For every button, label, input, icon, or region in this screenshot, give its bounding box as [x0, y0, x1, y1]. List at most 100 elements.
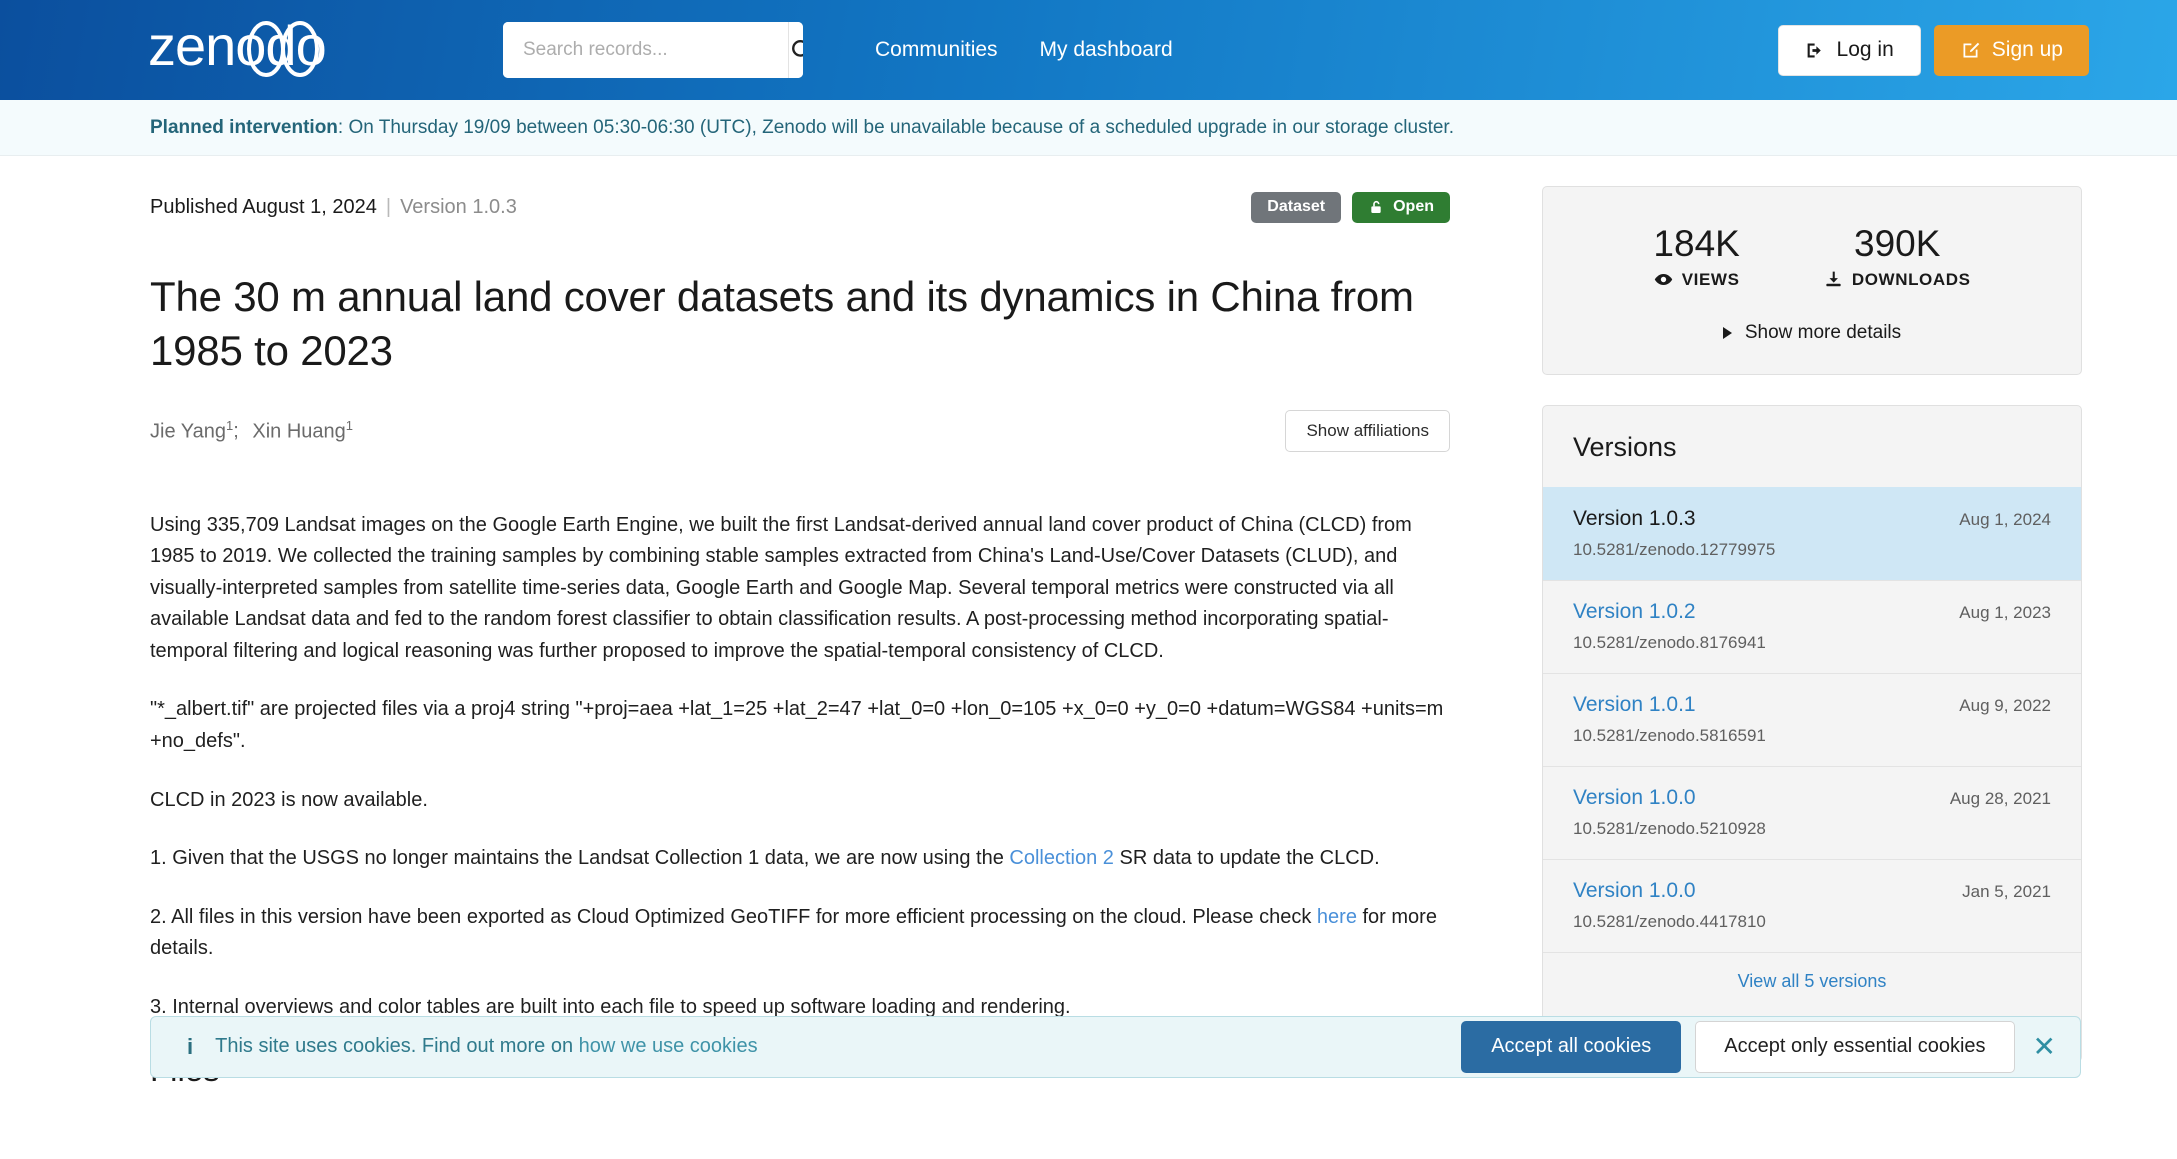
description-paragraph: Using 335,709 Landsat images on the Goog… — [150, 513, 1412, 662]
nav-item-communities[interactable]: Communities — [875, 38, 998, 62]
svg-text:zenodo: zenodo — [148, 19, 326, 77]
search-box[interactable] — [503, 22, 803, 78]
record-main-column: Published August 1, 2024 | Version 1.0.3… — [150, 156, 1450, 1092]
sign-up-button[interactable]: Sign up — [1933, 24, 2089, 76]
version-doi: 10.5281/zenodo.5816591 — [1573, 725, 1766, 745]
views-label: VIEWS — [1681, 269, 1740, 289]
log-in-label: Log in — [1836, 38, 1894, 61]
log-in-button[interactable]: Log in — [1777, 24, 1921, 76]
downloads-value: 390K — [1854, 223, 1941, 264]
version-date: Jan 5, 2021 — [1962, 881, 2051, 901]
eye-icon — [1654, 274, 1672, 286]
version-date: Aug 1, 2023 — [1959, 602, 2051, 622]
description-text: SR data to update the CLCD. — [1113, 847, 1380, 870]
search-icon — [792, 40, 803, 57]
version-list-item[interactable]: Version 1.0.0 Aug 28, 2021 10.5281/zenod… — [1543, 765, 2081, 859]
search-button[interactable] — [788, 22, 803, 78]
how-we-use-cookies-link[interactable]: how we use cookies — [579, 1035, 758, 1057]
page-body: Published August 1, 2024 | Version 1.0.3… — [0, 156, 2177, 1092]
accept-all-cookies-button[interactable]: Accept all cookies — [1461, 1020, 1682, 1073]
published-date: Published August 1, 2024 — [150, 195, 377, 218]
info-icon: i — [187, 1033, 194, 1059]
version-doi: 10.5281/zenodo.5210928 — [1573, 818, 1766, 838]
pencil-square-icon — [1963, 42, 1980, 57]
views-value: 184K — [1653, 223, 1740, 264]
description-paragraph: "*_albert.tif" are projected files via a… — [150, 698, 1444, 753]
version-name[interactable]: Version 1.0.0 — [1573, 786, 1950, 810]
resource-type-badge: Dataset — [1251, 191, 1342, 223]
zenodo-logo-icon: zenodo — [148, 19, 327, 77]
record-badges: Dataset Open — [1251, 191, 1450, 223]
unlock-icon — [1371, 200, 1381, 213]
views-stat: 184K VIEWS — [1653, 223, 1740, 290]
nav-item-my-dashboard[interactable]: My dashboard — [1040, 38, 1173, 62]
version-date: Aug 1, 2024 — [1959, 509, 2051, 529]
cookie-message-wrap: This site uses cookies. Find out more on… — [215, 1035, 757, 1058]
main-nav: Communities My dashboard — [875, 38, 1173, 62]
download-icon — [1826, 271, 1841, 287]
author-separator: ; — [233, 420, 239, 443]
view-all-versions-link[interactable]: View all 5 versions — [1543, 951, 2081, 1012]
collection-2-link[interactable]: Collection 2 — [1009, 847, 1114, 869]
version-list-item[interactable]: Version 1.0.3 Aug 1, 2024 10.5281/zenodo… — [1543, 486, 2081, 580]
access-status-label: Open — [1393, 198, 1434, 215]
page-title: The 30 m annual land cover datasets and … — [150, 273, 1414, 374]
meta-separator: | — [385, 195, 392, 218]
author-affiliation-marker: 1 — [345, 417, 353, 433]
show-more-details-button[interactable]: Show more details — [1543, 322, 2081, 344]
cookie-consent-banner: i This site uses cookies. Find out more … — [150, 1015, 2081, 1078]
version-name[interactable]: Version 1.0.2 — [1573, 600, 1959, 624]
authors-row: Jie Yang1; Xin Huang1 Show affiliations — [150, 408, 1450, 454]
record-description: Using 335,709 Landsat images on the Goog… — [150, 510, 1450, 1024]
cookie-actions: Accept all cookies Accept only essential… — [1461, 1020, 2056, 1073]
downloads-label: DOWNLOADS — [1851, 269, 1971, 289]
version-date: Aug 28, 2021 — [1949, 788, 2051, 808]
author-name[interactable]: Jie Yang — [150, 420, 226, 442]
version-name[interactable]: Version 1.0.1 — [1573, 693, 1959, 717]
version-list-item[interactable]: Version 1.0.2 Aug 1, 2023 10.5281/zenodo… — [1543, 579, 2081, 673]
auth-area: Log in Sign up — [1777, 24, 2089, 76]
views-label-row: VIEWS — [1653, 270, 1739, 290]
zenodo-logo[interactable]: zenodo — [148, 19, 398, 81]
description-paragraph: 2. All files in this version have been e… — [150, 902, 1450, 965]
version-name[interactable]: Version 1.0.3 — [1573, 507, 1959, 531]
access-status-badge: Open — [1352, 191, 1450, 223]
search-input[interactable] — [503, 22, 788, 78]
cookie-message-row: i This site uses cookies. Find out more … — [187, 1034, 758, 1060]
show-more-details-label: Show more details — [1744, 321, 1902, 343]
statistics-panel: 184K VIEWS 390K DOWNLOADS Show more deta… — [1542, 186, 2082, 375]
show-affiliations-button[interactable]: Show affiliations — [1285, 409, 1450, 452]
version-doi: 10.5281/zenodo.12779975 — [1573, 539, 1776, 559]
accept-essential-cookies-button[interactable]: Accept only essential cookies — [1695, 1020, 2015, 1073]
close-icon[interactable]: ✕ — [2033, 1032, 2056, 1061]
record-meta-row: Published August 1, 2024 | Version 1.0.3… — [150, 186, 1450, 228]
versions-panel-title: Versions — [1573, 431, 1677, 462]
downloads-stat: 390K DOWNLOADS — [1824, 223, 1971, 290]
version-list-item[interactable]: Version 1.0.0 Jan 5, 2021 10.5281/zenodo… — [1543, 858, 2081, 952]
versions-panel: Versions Version 1.0.3 Aug 1, 2024 10.52… — [1542, 404, 2082, 1062]
version-list-item[interactable]: Version 1.0.1 Aug 9, 2022 10.5281/zenodo… — [1543, 672, 2081, 766]
announcement-text: : On Thursday 19/09 between 05:30-06:30 … — [337, 116, 1454, 138]
cookie-message: This site uses cookies. Find out more on — [215, 1035, 579, 1058]
statistics-row: 184K VIEWS 390K DOWNLOADS — [1543, 223, 2081, 290]
login-arrow-icon — [1807, 43, 1821, 57]
author-name[interactable]: Xin Huang — [252, 420, 345, 442]
authors-list: Jie Yang1; Xin Huang1 — [150, 418, 353, 444]
description-text: 2. All files in this version have been e… — [150, 905, 1317, 928]
record-sidebar: 184K VIEWS 390K DOWNLOADS Show more deta… — [1542, 156, 2082, 1092]
sign-up-label: Sign up — [1991, 38, 2063, 61]
resource-type-label: Dataset — [1267, 198, 1326, 215]
downloads-label-row: DOWNLOADS — [1824, 270, 1971, 290]
chevron-right-icon — [1722, 326, 1732, 339]
site-header: zenodo Communities My dashboard Log in — [0, 0, 2177, 100]
record-version-label: Version 1.0.3 — [400, 195, 517, 218]
announcement-prefix: Planned intervention — [150, 116, 338, 138]
description-paragraph: CLCD in 2023 is now available. — [150, 788, 428, 811]
version-name[interactable]: Version 1.0.0 — [1573, 879, 1962, 903]
description-paragraph: 1. Given that the USGS no longer maintai… — [150, 843, 1450, 875]
planned-intervention-banner: Planned intervention: On Thursday 19/09 … — [0, 100, 2177, 156]
version-doi: 10.5281/zenodo.8176941 — [1573, 632, 1766, 652]
version-doi: 10.5281/zenodo.4417810 — [1573, 911, 1766, 931]
description-text: 1. Given that the USGS no longer maintai… — [150, 847, 1010, 870]
here-link[interactable]: here — [1317, 906, 1357, 928]
